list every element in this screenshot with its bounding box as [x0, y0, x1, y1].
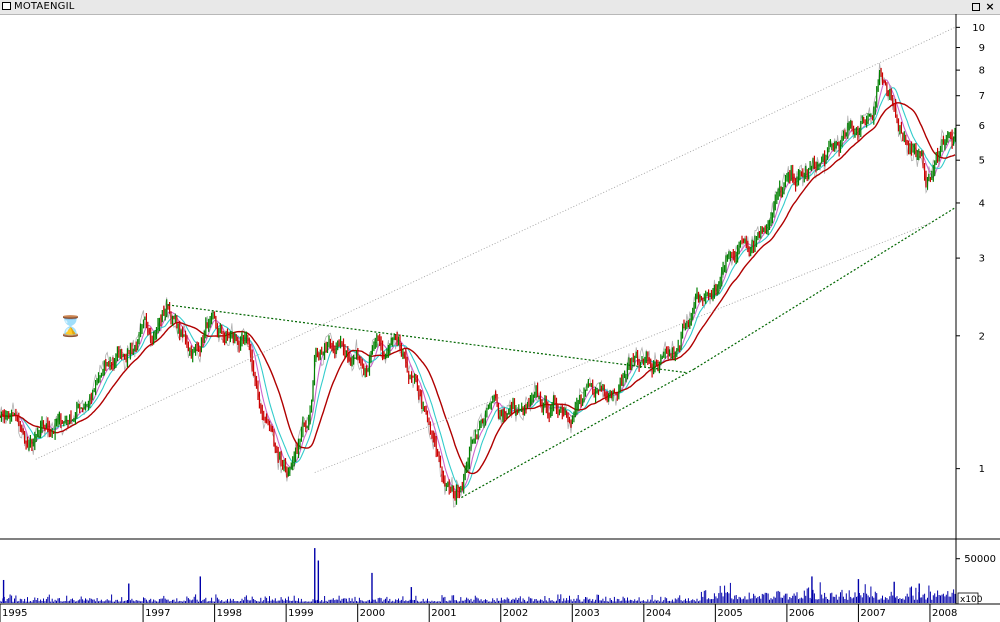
volume-bars [0, 548, 956, 603]
x-tick-label-1995: 1995 [2, 608, 27, 619]
x-tick-label-2006: 2006 [789, 608, 814, 619]
multiplier-label: x100 [960, 595, 983, 605]
price-bars [0, 67, 956, 505]
y-tick-label-1: 1 [979, 464, 985, 475]
price-panel [0, 26, 956, 508]
volume-tick-label: 50000 [964, 554, 996, 565]
x-tick-label-2003: 2003 [574, 608, 599, 619]
moving-average-line-1 [0, 79, 956, 493]
chart-canvas: 1995 1997 1998 1999 2000 2001 2002 2003 2004 2005… [0, 14, 1000, 622]
x-tick-label-2005: 2005 [717, 608, 742, 619]
x-tick-label-2001: 2001 [431, 608, 456, 619]
moving-average-line-3 [0, 102, 956, 475]
y-tick-label-6: 6 [979, 121, 985, 132]
y-tick-label-7: 7 [979, 91, 985, 102]
x-tick-label-1997: 1997 [145, 608, 170, 619]
x-tick-label-2007: 2007 [860, 608, 885, 619]
x-tick-label-2004: 2004 [646, 608, 671, 619]
y-tick-label-5: 5 [979, 156, 985, 167]
x-tick-label-2002: 2002 [503, 608, 528, 619]
x-tick-label-1998: 1998 [217, 608, 242, 619]
trendline-3 [693, 207, 956, 370]
y-tick-label-8: 8 [979, 66, 985, 77]
x-tick-label-2008: 2008 [932, 608, 957, 619]
moving-average-line-2 [0, 87, 956, 490]
y-tick-label-10: 10 [972, 23, 985, 34]
hourglass-icon: ⌛ [58, 314, 83, 338]
x-axis: 1995 1997 1998 1999 2000 2001 2002 2003 2004 2005… [0, 604, 957, 622]
x-tick-label-2000: 2000 [360, 608, 385, 619]
y-tick-label-9: 9 [979, 43, 985, 54]
y-tick-label-2: 2 [979, 331, 985, 342]
x-tick-label-1999: 1999 [288, 608, 313, 619]
y-tick-label-4: 4 [979, 198, 985, 209]
volume-panel [0, 548, 956, 603]
y-tick-label-3: 3 [979, 254, 985, 265]
